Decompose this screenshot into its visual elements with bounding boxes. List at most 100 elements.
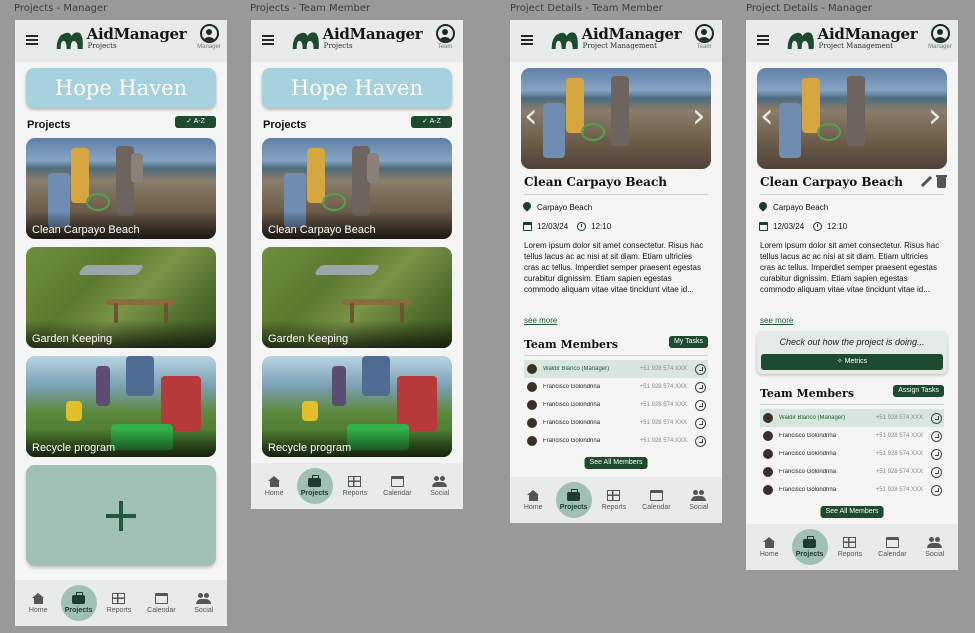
member-row[interactable]: Francisco Golondrina +51 928 574 XXX	[760, 481, 944, 499]
whatsapp-icon[interactable]	[695, 381, 706, 393]
project-card-beach[interactable]: Clean Carpayo Beach	[26, 138, 216, 239]
chevron-left-icon[interactable]: ‹	[760, 96, 776, 136]
role-label: Manager	[197, 44, 221, 50]
nav-projects[interactable]: Projects	[60, 585, 97, 621]
grid-icon	[348, 475, 362, 487]
nav-calendar[interactable]: Calendar	[141, 583, 181, 623]
project-image-carousel: ‹ ›	[757, 68, 947, 169]
nav-home[interactable]: Home	[18, 583, 58, 623]
member-row[interactable]: Francisco Golondrina +51 928 574 XXX	[760, 463, 944, 481]
project-card-garden[interactable]: Garden Keeping	[262, 247, 452, 348]
sort-az-button[interactable]: ✓ A-Z	[411, 116, 452, 128]
profile-button[interactable]: Team	[433, 24, 457, 50]
whatsapp-icon[interactable]	[931, 484, 942, 496]
metrics-button[interactable]: ✧ Metrics	[761, 354, 943, 370]
location-row: Carpayo Beach	[759, 202, 828, 212]
whatsapp-icon[interactable]	[931, 448, 942, 460]
project-card-recycle[interactable]: Recycle program	[26, 356, 216, 457]
avatar	[527, 382, 537, 392]
location-pin-icon	[523, 202, 531, 212]
profile-icon	[435, 24, 455, 43]
whatsapp-icon[interactable]	[931, 466, 942, 478]
see-more-link[interactable]: see more	[524, 316, 557, 325]
menu-icon[interactable]	[262, 35, 274, 45]
profile-button[interactable]: Team	[692, 24, 716, 50]
member-row[interactable]: Waldir Blanco (Manager) +51 928 574 XXX	[524, 360, 708, 378]
member-row[interactable]: Francisco Golondrina +51 928 574 XXX	[524, 414, 708, 432]
nav-projects[interactable]: Projects	[791, 529, 828, 565]
location-text: Carpayo Beach	[773, 202, 829, 212]
project-card-beach[interactable]: Clean Carpayo Beach	[262, 138, 452, 239]
member-row[interactable]: Waldir Blanco (Manager) +51 928 574 XXX	[760, 409, 944, 427]
menu-icon[interactable]	[521, 35, 533, 45]
member-list: Waldir Blanco (Manager) +51 928 574 XXX F…	[760, 409, 944, 499]
profile-button[interactable]: Manager	[197, 24, 221, 50]
chevron-right-icon[interactable]: ›	[692, 96, 708, 136]
app-bar: AidManager Project Management Manager	[746, 20, 958, 62]
bottom-nav: Home Projects Reports Calendar Social	[510, 477, 722, 523]
whatsapp-icon[interactable]	[695, 399, 706, 411]
member-row[interactable]: Francisco Golondrina +51 928 574 XXX	[760, 427, 944, 445]
hand-logo-icon	[56, 32, 83, 49]
member-row[interactable]: Francisco Golondrina +51 928 574 XXX	[524, 378, 708, 396]
hand-logo-icon	[292, 32, 319, 49]
home-icon	[526, 489, 540, 501]
trash-icon[interactable]	[936, 175, 947, 188]
metrics-card: Check out how the project is doing... ✧ …	[757, 332, 947, 374]
whatsapp-icon[interactable]	[695, 417, 706, 429]
my-tasks-button[interactable]: My Tasks	[668, 336, 708, 348]
frame-label-details-manager: Project Details - Manager	[746, 3, 872, 14]
calendar-icon	[523, 222, 532, 231]
nav-home[interactable]: Home	[254, 466, 294, 506]
edit-pencil-icon[interactable]	[921, 176, 932, 187]
project-card-recycle[interactable]: Recycle program	[262, 356, 452, 457]
chevron-left-icon[interactable]: ‹	[524, 96, 540, 136]
nav-social[interactable]: Social	[679, 480, 719, 520]
nav-home[interactable]: Home	[749, 527, 789, 567]
calendar-icon	[154, 592, 168, 604]
nav-calendar[interactable]: Calendar	[636, 480, 676, 520]
nav-reports[interactable]: Reports	[830, 527, 870, 567]
whatsapp-icon[interactable]	[931, 430, 942, 442]
nav-social[interactable]: Social	[915, 527, 955, 567]
phone-details-team: AidManager Project Management Team ‹ › C…	[510, 20, 722, 523]
whatsapp-icon[interactable]	[931, 412, 942, 424]
projects-header: Projects ✓ A-Z	[27, 115, 216, 131]
project-name: Garden Keeping	[32, 333, 113, 345]
nav-social[interactable]: Social	[420, 466, 460, 506]
nav-reports[interactable]: Reports	[335, 466, 375, 506]
datetime-row: 12/03/24 12:10	[759, 222, 847, 231]
whatsapp-icon[interactable]	[695, 435, 706, 447]
nav-projects[interactable]: Projects	[296, 468, 333, 504]
project-card-garden[interactable]: Garden Keeping	[26, 247, 216, 348]
briefcase-icon	[803, 535, 817, 548]
see-all-members-button[interactable]: See All Members	[820, 506, 884, 518]
briefcase-icon	[308, 474, 322, 487]
nav-reports[interactable]: Reports	[99, 583, 139, 623]
see-more-link[interactable]: see more	[760, 316, 793, 325]
nav-home[interactable]: Home	[513, 480, 553, 520]
member-row[interactable]: Francisco Golondrina +51 928 574 XXX	[760, 445, 944, 463]
assign-tasks-button[interactable]: Assign Tasks	[893, 385, 944, 397]
see-all-members-button[interactable]: See All Members	[584, 457, 648, 469]
nav-projects[interactable]: Projects	[555, 482, 592, 518]
nav-calendar[interactable]: Calendar	[377, 466, 417, 506]
member-row[interactable]: Francisco Golondrina +51 928 574 XXX	[524, 432, 708, 450]
profile-button[interactable]: Manager	[928, 24, 952, 50]
sort-az-button[interactable]: ✓ A-Z	[175, 116, 216, 128]
menu-icon[interactable]	[757, 35, 769, 45]
add-project-button[interactable]	[26, 465, 216, 566]
member-row[interactable]: Francisco Golondrina +51 928 574 XXX	[524, 396, 708, 414]
bottom-nav: Home Projects Reports Calendar Social	[251, 463, 463, 509]
menu-icon[interactable]	[26, 35, 38, 45]
avatar	[763, 485, 773, 495]
nav-social[interactable]: Social	[184, 583, 224, 623]
chevron-right-icon[interactable]: ›	[928, 96, 944, 136]
grid-icon	[843, 536, 857, 548]
nav-reports[interactable]: Reports	[594, 480, 634, 520]
projects-title: Projects	[263, 119, 307, 131]
bottom-nav: Home Projects Reports Calendar Social	[746, 524, 958, 570]
phone-details-manager: AidManager Project Management Manager ‹ …	[746, 20, 958, 570]
whatsapp-icon[interactable]	[695, 363, 706, 375]
nav-calendar[interactable]: Calendar	[872, 527, 912, 567]
